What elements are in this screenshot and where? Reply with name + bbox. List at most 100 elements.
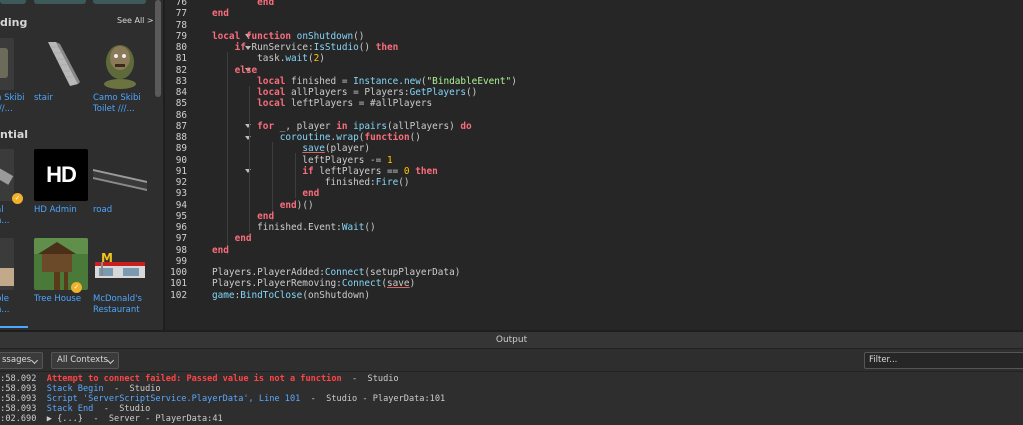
code-line[interactable]: local finished = Instance.new("BindableE… <box>212 76 517 87</box>
log-timestamp: 1:02.690 <box>0 414 37 425</box>
line-number: 82 <box>175 64 187 76</box>
verified-badge-icon: ✓ <box>12 193 23 204</box>
toolbox-item-label[interactable]: stair <box>34 93 53 104</box>
contexts-filter-dropdown[interactable]: All Contexts <box>51 352 119 369</box>
stair-thumbnail[interactable] <box>34 38 88 90</box>
code-token: Instance <box>353 75 399 87</box>
line-number: 97 <box>175 233 187 245</box>
toolbox-top-button[interactable] <box>0 0 26 4</box>
code-line[interactable]: if RunService:IsStudio() then <box>212 42 399 53</box>
log-entry[interactable]: 0:58.093 Script 'ServerScriptService.Pla… <box>0 394 445 404</box>
code-token: ) <box>511 75 517 87</box>
toolbox-item-label[interactable]: Camo Skibi Toilet ///... <box>93 93 141 115</box>
code-line[interactable]: end <box>212 211 274 222</box>
log-spacer <box>36 414 46 424</box>
toolbox-item-label[interactable]: ble n... <box>0 294 10 316</box>
toolbox-item-label[interactable]: al n... <box>0 205 10 227</box>
filter-input[interactable]: Filter... <box>864 352 1023 369</box>
line-number: 77 <box>175 8 187 20</box>
code-token: () <box>353 30 365 42</box>
line-number: 85 <box>175 98 187 110</box>
toolbox-scrollbar[interactable] <box>155 0 161 97</box>
messages-filter-dropdown[interactable]: ssages <box>0 352 43 369</box>
code-line[interactable]: end <box>212 188 319 199</box>
hd-admin-thumbnail[interactable]: HD <box>34 149 88 201</box>
line-number: 96 <box>175 222 187 233</box>
code-line[interactable]: game:BindToClose(onShutdown) <box>212 290 370 301</box>
code-line[interactable]: end <box>212 8 229 19</box>
code-line[interactable]: end <box>212 0 274 8</box>
model-thumbnail[interactable] <box>0 149 14 201</box>
model-thumbnail[interactable] <box>0 238 14 290</box>
code-line[interactable]: task.wait(2) <box>212 53 325 64</box>
log-source: - Studio <box>103 383 161 394</box>
code-token: )() <box>296 199 314 211</box>
line-number: 100 <box>170 267 187 278</box>
code-line[interactable]: end <box>212 233 252 244</box>
output-log[interactable]: 0:58.092 Attempt to connect failed: Pass… <box>0 373 1023 425</box>
code-token: local <box>257 87 292 98</box>
code-line[interactable]: finished:Fire() <box>212 177 410 188</box>
code-line[interactable]: Players.PlayerRemoving:Connect(save) <box>212 278 415 289</box>
code-line[interactable]: local function onShutdown() <box>212 31 364 42</box>
code-token: task. <box>212 53 286 65</box>
skibi-thumbnail[interactable] <box>0 38 14 90</box>
line-number: 87 <box>175 120 187 132</box>
toolbox-item-label[interactable]: road <box>93 205 112 216</box>
log-entry[interactable]: 0:58.093 Stack End - Studio <box>0 404 150 414</box>
toolbox-item-label[interactable]: McDonald's Restaurant <box>93 294 142 316</box>
line-number: 92 <box>175 177 187 188</box>
code-token: IsStudio <box>313 42 359 53</box>
line-number: 101 <box>170 278 187 290</box>
road-thumbnail[interactable] <box>93 149 147 201</box>
log-entry[interactable]: 1:02.690 ▶ {...} - Server - PlayerData:4… <box>0 414 223 424</box>
log-timestamp: 0:58.093 <box>0 404 37 415</box>
code-line[interactable]: end)() <box>212 200 314 211</box>
code-token: 1 <box>386 154 393 166</box>
code-token: (onShutdown) <box>302 289 371 301</box>
code-token: ) <box>319 53 325 65</box>
log-entry[interactable]: 0:58.093 Stack Begin - Studio <box>0 384 161 394</box>
code-line[interactable]: end <box>212 245 229 256</box>
messages-filter-label: ssages <box>2 355 32 365</box>
code-line[interactable]: if leftPlayers == 0 then <box>212 165 437 177</box>
code-line[interactable]: local leftPlayers = #allPlayers <box>212 98 432 109</box>
code-line[interactable]: leftPlayers -= 1 <box>212 154 393 166</box>
toolbox-top-button[interactable] <box>34 0 86 4</box>
code-line[interactable]: for _, player in ipairs(allPlayers) do <box>212 121 472 132</box>
line-number: 94 <box>175 199 187 211</box>
code-token: finished: <box>212 177 376 188</box>
code-token: leftPlayers -= <box>212 154 387 166</box>
code-token: leftPlayers == <box>319 165 404 177</box>
code-token: allPlayers = Players: <box>291 87 410 98</box>
line-number: 89 <box>175 143 187 155</box>
line-number: 102 <box>170 289 187 301</box>
mcdonalds-thumbnail[interactable]: M <box>93 238 147 290</box>
code-line[interactable]: local allPlayers = Players:GetPlayers() <box>212 87 477 98</box>
log-source: - Studio - PlayerData:101 <box>300 393 446 404</box>
code-token: for <box>257 120 280 132</box>
code-line[interactable]: finished.Event:Wait() <box>212 222 376 233</box>
code-line[interactable]: Players.PlayerAdded:Connect(setupPlayerD… <box>212 267 460 278</box>
script-editor[interactable]: 76 77 78 79 80 81 82 83 84 85 86 87 88 89 90 91 92 93 94 95… <box>165 0 1023 330</box>
code-line[interactable]: else <box>212 65 258 76</box>
code-token: save <box>302 143 325 155</box>
code-token: game <box>212 289 235 301</box>
see-all-link[interactable]: See All > <box>117 16 154 25</box>
line-number: 81 <box>175 53 187 65</box>
code-line[interactable]: coroutine.wrap(function() <box>212 132 421 143</box>
code-token: wrap <box>336 132 359 143</box>
camo-skibi-thumbnail[interactable] <box>93 38 147 90</box>
toolbox-top-button[interactable] <box>93 0 146 4</box>
toolbox-item-label[interactable]: n Skibi ///... <box>0 93 25 115</box>
line-number-gutter: 76 77 78 79 80 81 82 83 84 85 86 87 88 89 90 91 92 93 94 95… <box>165 0 207 330</box>
toolbox-item-label[interactable]: HD Admin <box>34 205 77 216</box>
log-entry[interactable]: 0:58.092 Attempt to connect failed: Pass… <box>0 374 399 384</box>
toolbox-item-label[interactable]: Tree House <box>34 294 81 305</box>
code-line[interactable]: save(player) <box>212 143 370 154</box>
